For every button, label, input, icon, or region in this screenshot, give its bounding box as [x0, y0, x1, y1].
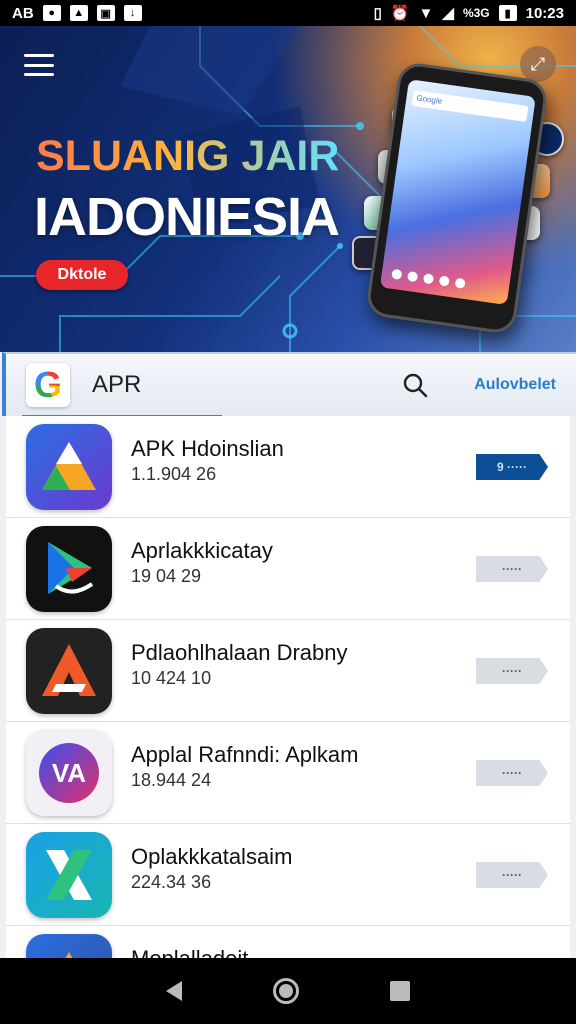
phone-screen: Google: [379, 79, 536, 305]
screen: AB ● ▲ ▣ ↓ ▯ ⏰ ▼ ◢ %3G ▮ 10:23 ⤢ SLUANIG…: [0, 0, 576, 1024]
excel-x-icon: [26, 832, 112, 918]
app-title: Aprlakkkicatay: [131, 538, 273, 563]
system-nav-bar: [0, 958, 576, 1024]
app-subtitle: 224.34 36: [131, 872, 212, 892]
app-title: Oplakkkatalsaim: [131, 844, 293, 869]
list-item[interactable]: Moplalladoit ·····: [6, 926, 570, 958]
va-logo-icon: VA: [26, 730, 112, 816]
phone-dock: [391, 268, 466, 289]
install-button[interactable]: ·····: [476, 658, 548, 684]
back-icon[interactable]: [165, 981, 182, 1001]
app-list: APK Hdoinslian 1.1.904 26 9 ····· Aprlak…: [6, 416, 570, 958]
list-item[interactable]: Pdlaohlhalaan Drabny 10 424 10 ·····: [6, 620, 570, 722]
wifi-icon: ▼: [418, 4, 434, 22]
gallery-icon: ▣: [96, 5, 115, 21]
search-input[interactable]: APR: [92, 371, 392, 399]
download-icon: ↓: [123, 5, 142, 21]
svg-text:VA: VA: [52, 758, 86, 788]
app-subtitle: 19 04 29: [131, 566, 202, 586]
status-bar: AB ● ▲ ▣ ↓ ▯ ⏰ ▼ ◢ %3G ▮ 10:23: [0, 0, 576, 26]
banner-title-line1: SLUANIG JAIR: [36, 132, 340, 180]
install-button[interactable]: ·····: [476, 862, 548, 888]
google-logo-icon[interactable]: G: [26, 363, 70, 407]
install-button[interactable]: ·····: [476, 760, 548, 786]
search-bar: G APR Aulovbelet: [2, 352, 576, 418]
home-icon[interactable]: [272, 978, 299, 1004]
recent-apps-icon[interactable]: [390, 981, 411, 1001]
list-item[interactable]: APK Hdoinslian 1.1.904 26 9 ·····: [6, 416, 570, 518]
hero-banner[interactable]: ⤢ SLUANIG JAIR IADONIESIA Dktole Google: [0, 26, 576, 352]
app-title: APK Hdoinslian: [131, 436, 284, 461]
app-title: Applal Rafnndi: Aplkam: [131, 742, 359, 767]
app-subtitle: 18.944 24: [131, 770, 212, 790]
search-icon[interactable]: [402, 372, 428, 398]
notification-icon: ●: [42, 5, 61, 21]
red-a-icon: [26, 628, 112, 714]
hamburger-menu-icon[interactable]: [24, 54, 54, 76]
status-left: AB ● ▲ ▣ ↓: [12, 5, 142, 22]
install-button[interactable]: ·····: [476, 556, 548, 582]
vibrate-icon: ▯: [373, 5, 382, 22]
battery-icon: ▮: [498, 5, 517, 21]
status-right: ▯ ⏰ ▼ ◢ %3G ▮ 10:23: [373, 4, 564, 23]
phone-search-bar: Google: [411, 89, 529, 122]
app-title: Pdlaohlhalaan Drabny: [131, 640, 348, 665]
image-icon: ▲: [69, 5, 88, 21]
drive-triangle-icon: [26, 424, 112, 510]
play-store-icon: [26, 526, 112, 612]
banner-title-line2: IADONIESIA: [34, 187, 340, 247]
share-icon[interactable]: ⤢: [520, 46, 556, 82]
app-title: Moplalladoit: [131, 946, 248, 958]
list-item[interactable]: Aprlakkkicatay 19 04 29 ·····: [6, 518, 570, 620]
network-text: %3G: [462, 6, 490, 20]
search-action-link[interactable]: Aulovbelet: [474, 376, 556, 394]
app-subtitle: 1.1.904 26: [131, 464, 217, 484]
carrier-text: AB: [12, 4, 34, 22]
alarm-icon: ⏰: [390, 5, 410, 22]
list-item[interactable]: Oplakkkatalsaim 224.34 36 ·····: [6, 824, 570, 926]
app-subtitle: 10 424 10: [131, 668, 212, 688]
drive-triangle-icon: [26, 934, 112, 958]
list-item[interactable]: VA Applal Rafnndi: Aplkam 18.944 24 ····…: [6, 722, 570, 824]
clock: 10:23: [525, 4, 564, 22]
banner-cta-button[interactable]: Dktole: [36, 260, 128, 290]
install-button[interactable]: 9 ·····: [476, 454, 548, 480]
signal-icon: ◢: [442, 5, 454, 22]
